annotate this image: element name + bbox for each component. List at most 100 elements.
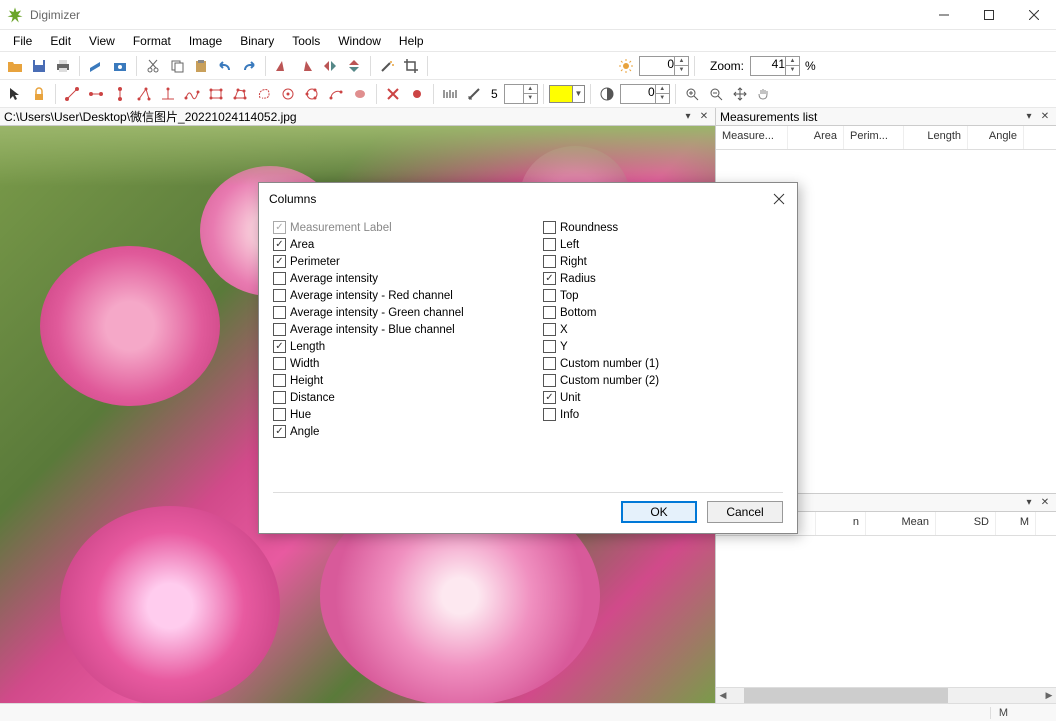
spin-down-icon[interactable]: ▼ [785, 66, 799, 75]
checkbox-row-r-8[interactable]: Custom number (1) [543, 355, 783, 372]
checkbox[interactable] [543, 289, 556, 302]
checkbox-row-l-10[interactable]: Distance [273, 389, 513, 406]
minimize-button[interactable] [921, 0, 966, 30]
redo-icon[interactable] [238, 55, 260, 77]
checkbox-row-l-1[interactable]: ✓Area [273, 236, 513, 253]
delete-icon[interactable] [382, 83, 404, 105]
checkbox-row-r-7[interactable]: Y [543, 338, 783, 355]
paste-icon[interactable] [190, 55, 212, 77]
region-tool-icon[interactable] [349, 83, 371, 105]
cancel-button[interactable]: Cancel [707, 501, 783, 523]
zoom-input[interactable]: 41▲▼ [750, 56, 800, 76]
checkbox[interactable] [273, 391, 286, 404]
path-tool-icon[interactable] [181, 83, 203, 105]
scanner-icon[interactable] [85, 55, 107, 77]
wand-icon[interactable] [376, 55, 398, 77]
spin-down-icon[interactable]: ▼ [655, 94, 669, 103]
checkbox[interactable]: ✓ [273, 238, 286, 251]
camera-icon[interactable] [109, 55, 131, 77]
checkbox[interactable] [543, 340, 556, 353]
dropdown-icon[interactable]: ▾ [1022, 110, 1036, 124]
print-icon[interactable] [52, 55, 74, 77]
tool-num-input[interactable]: ▲▼ [504, 84, 538, 104]
crop-icon[interactable] [400, 55, 422, 77]
checkbox[interactable] [273, 289, 286, 302]
contrast-input[interactable]: 0▲▼ [620, 84, 670, 104]
zoom-in-icon[interactable] [681, 83, 703, 105]
spin-down-icon[interactable]: ▼ [523, 94, 537, 103]
checkbox[interactable] [543, 255, 556, 268]
checkbox-row-l-4[interactable]: Average intensity - Red channel [273, 287, 513, 304]
checkbox-row-l-8[interactable]: Width [273, 355, 513, 372]
menu-image[interactable]: Image [180, 32, 231, 50]
menu-edit[interactable]: Edit [41, 32, 80, 50]
color-swatch[interactable]: ▼ [549, 85, 585, 103]
dropdown-icon[interactable]: ▾ [1022, 496, 1036, 510]
checkbox[interactable] [273, 408, 286, 421]
close-button[interactable] [1011, 0, 1056, 30]
spin-down-icon[interactable]: ▼ [674, 66, 688, 75]
checkbox-row-l-12[interactable]: ✓Angle [273, 423, 513, 440]
checkbox[interactable] [543, 408, 556, 421]
checkbox-row-r-5[interactable]: Bottom [543, 304, 783, 321]
checkbox[interactable] [273, 323, 286, 336]
checkbox-row-l-11[interactable]: Hue [273, 406, 513, 423]
save-icon[interactable] [28, 55, 50, 77]
checkbox-row-l-5[interactable]: Average intensity - Green channel [273, 304, 513, 321]
menu-tools[interactable]: Tools [283, 32, 329, 50]
checkbox-row-r-3[interactable]: ✓Radius [543, 270, 783, 287]
ok-button[interactable]: OK [621, 501, 697, 523]
checkbox[interactable] [543, 323, 556, 336]
marker-icon[interactable] [406, 83, 428, 105]
maximize-button[interactable] [966, 0, 1011, 30]
checkbox[interactable] [273, 357, 286, 370]
checkbox[interactable] [543, 357, 556, 370]
menu-file[interactable]: File [4, 32, 41, 50]
col-n[interactable]: n [816, 512, 866, 535]
spin-up-icon[interactable]: ▲ [674, 57, 688, 67]
circle-tool-icon[interactable] [277, 83, 299, 105]
cut-icon[interactable] [142, 55, 164, 77]
checkbox-row-r-4[interactable]: Top [543, 287, 783, 304]
arc-tool-icon[interactable] [325, 83, 347, 105]
hand-icon[interactable] [753, 83, 775, 105]
checkbox[interactable] [543, 306, 556, 319]
brightness-icon[interactable] [615, 55, 637, 77]
menu-view[interactable]: View [80, 32, 124, 50]
stats-body[interactable] [716, 536, 1056, 687]
checkbox[interactable]: ✓ [273, 255, 286, 268]
rect-tool-icon[interactable] [205, 83, 227, 105]
col-perim[interactable]: Perim... [844, 126, 904, 149]
rotate-right-icon[interactable] [295, 55, 317, 77]
menu-help[interactable]: Help [390, 32, 433, 50]
checkbox[interactable] [543, 238, 556, 251]
checkbox[interactable] [543, 221, 556, 234]
col-area[interactable]: Area [788, 126, 844, 149]
checkbox-row-r-2[interactable]: Right [543, 253, 783, 270]
flip-v-icon[interactable] [343, 55, 365, 77]
menu-format[interactable]: Format [124, 32, 180, 50]
checkbox[interactable] [273, 272, 286, 285]
panel-close-icon[interactable]: ✕ [697, 110, 711, 124]
spin-up-icon[interactable]: ▲ [523, 85, 537, 95]
col-sd[interactable]: SD [936, 512, 996, 535]
checkbox[interactable]: ✓ [543, 272, 556, 285]
dropdown-icon[interactable]: ▾ [681, 110, 695, 124]
freehand-tool-icon[interactable] [253, 83, 275, 105]
lock-icon[interactable] [28, 83, 50, 105]
checkbox-row-r-6[interactable]: X [543, 321, 783, 338]
spin-up-icon[interactable]: ▲ [655, 85, 669, 95]
circle3p-tool-icon[interactable] [301, 83, 323, 105]
vline-tool-icon[interactable] [109, 83, 131, 105]
contrast-icon[interactable] [596, 83, 618, 105]
open-icon[interactable] [4, 55, 26, 77]
checkbox-row-l-7[interactable]: ✓Length [273, 338, 513, 355]
rotate-left-icon[interactable] [271, 55, 293, 77]
panel-close-icon[interactable]: ✕ [1038, 496, 1052, 510]
checkbox[interactable] [273, 306, 286, 319]
angle-tool-icon[interactable] [133, 83, 155, 105]
col-angle[interactable]: Angle [968, 126, 1024, 149]
panel-close-icon[interactable]: ✕ [1038, 110, 1052, 124]
checkbox-row-l-6[interactable]: Average intensity - Blue channel [273, 321, 513, 338]
checkbox-row-r-0[interactable]: Roundness [543, 219, 783, 236]
